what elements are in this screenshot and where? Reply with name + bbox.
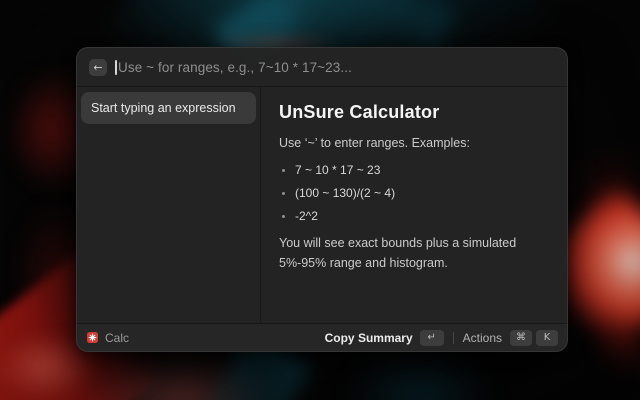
text-cursor: [115, 60, 117, 75]
bullet-dot: [282, 192, 285, 195]
action-bar: Calc Copy Summary ↵ Actions ⌘ K: [77, 323, 567, 351]
search-input[interactable]: Use ~ for ranges, e.g., 7~10 * 17~23...: [115, 48, 555, 86]
bullet-dot: [282, 169, 285, 172]
desktop: ← Use ~ for ranges, e.g., 7~10 * 17~23..…: [0, 0, 640, 400]
footer-divider: [453, 332, 454, 344]
extension-indicator: Calc: [87, 331, 129, 345]
detail-panel: UnSure Calculator Use ‘~’ to enter range…: [261, 87, 567, 323]
return-key-icon: ↵: [420, 330, 444, 346]
example-expression: 7 ~ 10 * 17 ~ 23: [295, 163, 380, 177]
example-expression: -2^2: [295, 209, 318, 223]
launcher-window: ← Use ~ for ranges, e.g., 7~10 * 17~23..…: [76, 47, 568, 352]
calc-extension-icon: [87, 332, 98, 343]
page-title: UnSure Calculator: [279, 102, 549, 123]
sidebar-item-label: Start typing an expression: [91, 101, 236, 115]
search-placeholder: Use ~ for ranges, e.g., 7~10 * 17~23...: [118, 60, 352, 75]
list-item: (100 ~ 130)/(2 ~ 4): [282, 186, 549, 200]
extension-name: Calc: [105, 331, 129, 345]
bullet-dot: [282, 215, 285, 218]
results-sidebar: Start typing an expression: [77, 87, 261, 323]
sidebar-item-start-typing[interactable]: Start typing an expression: [81, 92, 256, 124]
actions-button[interactable]: Actions ⌘ K: [463, 330, 558, 346]
example-expression: (100 ~ 130)/(2 ~ 4): [295, 186, 395, 200]
search-bar: ← Use ~ for ranges, e.g., 7~10 * 17~23..…: [77, 48, 567, 87]
intro-text: Use ‘~’ to enter ranges. Examples:: [279, 133, 549, 153]
actions-label: Actions: [463, 331, 502, 345]
back-arrow-icon: ←: [93, 59, 102, 76]
outro-text: You will see exact bounds plus a simulat…: [279, 233, 549, 273]
list-item: -2^2: [282, 209, 549, 223]
command-key-icon: ⌘: [510, 330, 532, 346]
k-key-icon: K: [536, 330, 558, 346]
back-button[interactable]: ←: [89, 59, 107, 76]
copy-summary-button[interactable]: Copy Summary ↵: [325, 330, 444, 346]
footer-actions: Copy Summary ↵ Actions ⌘ K: [325, 330, 558, 346]
examples-list: 7 ~ 10 * 17 ~ 23 (100 ~ 130)/(2 ~ 4) -2^…: [279, 163, 549, 223]
list-item: 7 ~ 10 * 17 ~ 23: [282, 163, 549, 177]
copy-summary-label: Copy Summary: [325, 331, 413, 345]
window-content: Start typing an expression UnSure Calcul…: [77, 87, 567, 323]
